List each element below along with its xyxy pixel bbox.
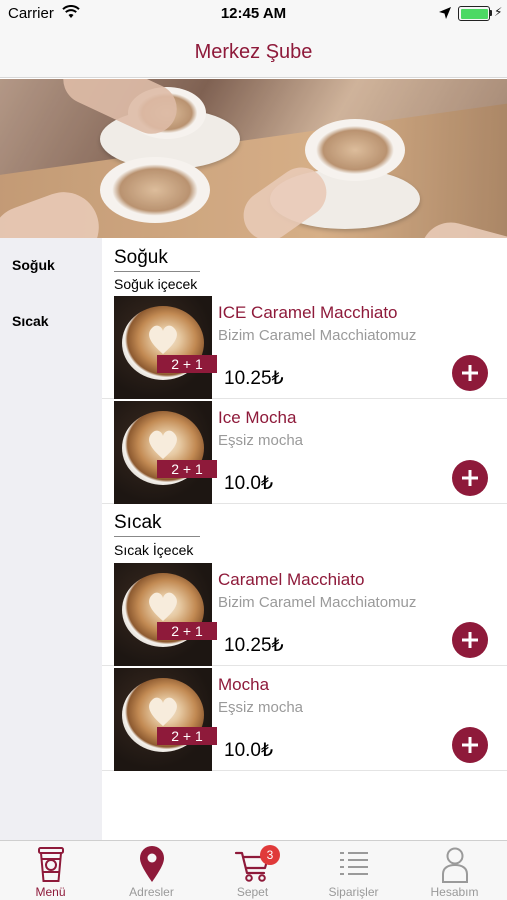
page-title: Merkez Şube bbox=[194, 41, 313, 63]
product-image bbox=[114, 401, 212, 504]
product-description: Bizim Caramel Macchiatomuz bbox=[218, 594, 417, 611]
product-price: 10.0₺ bbox=[224, 473, 274, 494]
charging-icon: ⚡ bbox=[494, 5, 503, 19]
battery-tip bbox=[490, 10, 492, 16]
section-divider bbox=[114, 536, 200, 537]
location-arrow-icon bbox=[438, 6, 452, 25]
add-to-cart-button[interactable] bbox=[452, 460, 488, 496]
product-price: 10.25₺ bbox=[224, 635, 284, 656]
product-item[interactable]: 2 + 1 ICE Caramel Macchiato Bizim Carame… bbox=[102, 295, 507, 399]
coffee-cup-icon bbox=[0, 845, 101, 883]
latte-art-icon bbox=[149, 325, 177, 354]
product-name: Caramel Macchiato bbox=[218, 570, 365, 589]
product-image bbox=[114, 563, 212, 666]
cart-icon bbox=[202, 845, 303, 883]
product-image bbox=[114, 296, 212, 399]
cart-count-badge: 3 bbox=[260, 845, 280, 865]
tab-hesabim[interactable]: Hesabım bbox=[404, 841, 505, 900]
status-bar: Carrier 12:45 AM ⚡ bbox=[0, 0, 507, 28]
promo-badge: 2 + 1 bbox=[157, 460, 217, 478]
plus-icon bbox=[462, 632, 478, 648]
promo-badge: 2 + 1 bbox=[157, 622, 217, 640]
product-image bbox=[114, 668, 212, 771]
hero-overlay bbox=[0, 79, 507, 238]
tab-siparisler[interactable]: Siparişler bbox=[303, 841, 404, 900]
plus-icon bbox=[462, 470, 478, 486]
product-name: ICE Caramel Macchiato bbox=[218, 303, 398, 322]
category-sidebar: Soğuk Sıcak bbox=[0, 238, 102, 840]
list-icon bbox=[303, 845, 404, 883]
section-title: Soğuk bbox=[114, 247, 168, 268]
product-description: Eşsiz mocha bbox=[218, 699, 304, 716]
tab-bar: Menü Adresler 3 Sepet Siparişler Hesabım bbox=[0, 840, 507, 900]
user-icon bbox=[404, 845, 505, 883]
tab-label: Adresler bbox=[129, 885, 174, 899]
tab-adresler[interactable]: Adresler bbox=[101, 841, 202, 900]
promo-badge: 2 + 1 bbox=[157, 355, 217, 373]
add-to-cart-button[interactable] bbox=[452, 355, 488, 391]
sidebar-item-soguk[interactable]: Soğuk bbox=[12, 257, 55, 273]
promo-badge: 2 + 1 bbox=[157, 727, 217, 745]
tab-label: Siparişler bbox=[328, 885, 379, 899]
latte-art-icon bbox=[149, 430, 177, 459]
battery-icon bbox=[458, 6, 490, 21]
section-title: Sıcak bbox=[114, 512, 162, 533]
add-to-cart-button[interactable] bbox=[452, 727, 488, 763]
plus-icon bbox=[462, 737, 478, 753]
tab-label: Sepet bbox=[236, 885, 269, 899]
latte-art-icon bbox=[149, 592, 177, 621]
sidebar-item-sicak[interactable]: Sıcak bbox=[12, 313, 49, 329]
battery-fill bbox=[460, 8, 488, 19]
product-description: Eşsiz mocha bbox=[218, 432, 304, 449]
product-item[interactable]: 2 + 1 Caramel Macchiato Bizim Caramel Ma… bbox=[102, 562, 507, 666]
product-item[interactable]: 2 + 1 Ice Mocha Eşsiz mocha 10.0₺ bbox=[102, 400, 507, 504]
clock: 12:45 AM bbox=[220, 5, 287, 22]
section-subtitle: Sıcak İçecek bbox=[114, 542, 194, 558]
section-divider bbox=[114, 271, 200, 272]
tab-menu[interactable]: Menü bbox=[0, 841, 101, 900]
product-description: Bizim Caramel Macchiatomuz bbox=[218, 327, 417, 344]
latte-art-icon bbox=[149, 697, 177, 726]
product-price: 10.25₺ bbox=[224, 368, 284, 389]
product-item[interactable]: 2 + 1 Mocha Eşsiz mocha 10.0₺ bbox=[102, 667, 507, 771]
location-pin-icon bbox=[101, 845, 202, 883]
product-list: Soğuk Soğuk içecek 2 + 1 ICE Caramel Mac… bbox=[102, 238, 507, 840]
section-subtitle: Soğuk içecek bbox=[114, 276, 198, 292]
add-to-cart-button[interactable] bbox=[452, 622, 488, 658]
product-name: Mocha bbox=[218, 675, 270, 694]
product-price: 10.0₺ bbox=[224, 740, 274, 761]
tab-label: Menü bbox=[35, 885, 66, 899]
hero-image bbox=[0, 79, 507, 238]
tab-label: Hesabım bbox=[430, 885, 479, 899]
navigation-bar: Merkez Şube bbox=[0, 28, 507, 78]
product-name: Ice Mocha bbox=[218, 408, 297, 427]
tab-sepet[interactable]: 3 Sepet bbox=[202, 841, 303, 900]
plus-icon bbox=[462, 365, 478, 381]
